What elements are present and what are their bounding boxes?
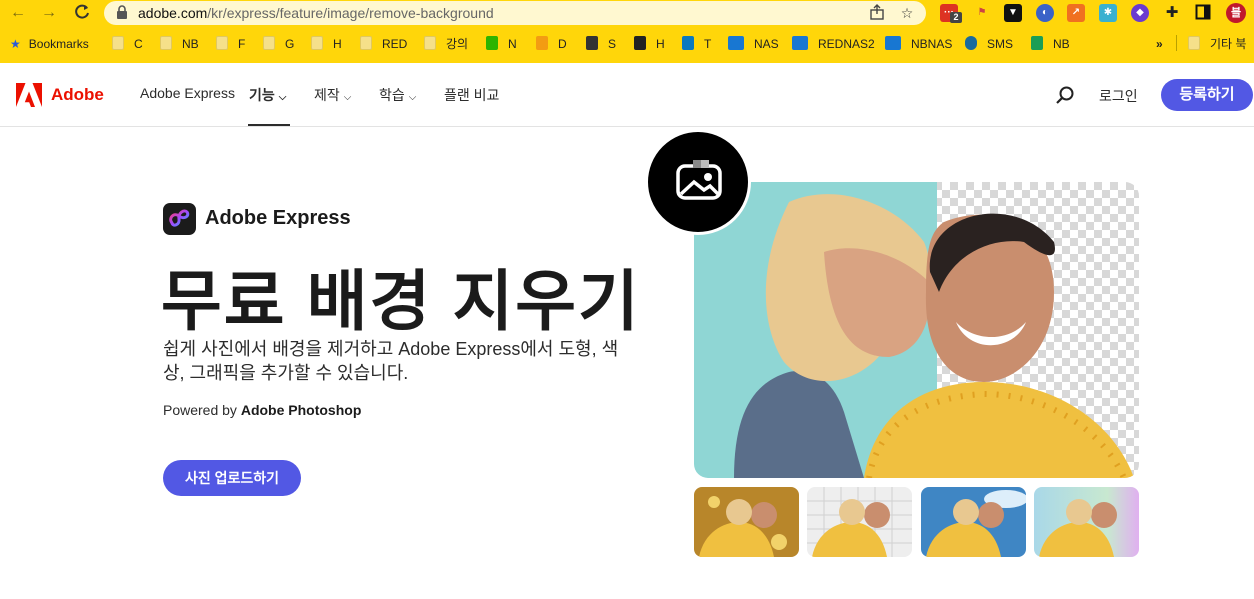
trello-icon xyxy=(682,36,694,50)
bookmark-item[interactable]: S xyxy=(586,35,616,53)
url-text: adobe.com/kr/express/feature/image/remov… xyxy=(138,5,494,21)
s-site-icon xyxy=(586,36,598,50)
bookmark-item[interactable]: REDNAS2 xyxy=(792,35,875,53)
nav-create[interactable]: 제작 ⌵ xyxy=(314,85,351,105)
bookmark-item[interactable]: RED xyxy=(360,35,407,53)
dsm-icon xyxy=(728,36,744,50)
shield-extension-icon[interactable]: ◆ xyxy=(1131,4,1149,22)
bookmarks-divider xyxy=(1176,35,1177,51)
bookmark-item[interactable]: H xyxy=(311,35,342,53)
folder-icon xyxy=(1188,36,1200,50)
back-arrow-icon[interactable]: ← xyxy=(8,3,28,23)
reload-icon[interactable] xyxy=(72,3,92,23)
nav-adobe-express[interactable]: Adobe Express xyxy=(140,85,235,101)
login-link[interactable]: 로그인 xyxy=(1099,86,1138,106)
background-option-thumbnail[interactable] xyxy=(1034,487,1139,557)
adobe-brand[interactable]: Adobe xyxy=(51,85,104,105)
other-bookmarks[interactable]: 기타 북 xyxy=(1188,35,1246,53)
share-icon[interactable] xyxy=(868,4,886,22)
signup-button[interactable]: 등록하기 xyxy=(1161,79,1253,111)
lock-icon xyxy=(117,5,127,19)
background-option-thumbnail[interactable] xyxy=(921,487,1026,557)
background-option-thumbnail[interactable] xyxy=(694,487,799,557)
star-icon: ★ xyxy=(10,37,21,51)
folder-icon xyxy=(360,36,372,50)
folder-icon xyxy=(112,36,124,50)
bookmark-item[interactable]: D xyxy=(536,35,567,53)
chart-extension-icon[interactable]: ↗ xyxy=(1067,4,1085,22)
active-tab-indicator xyxy=(248,124,290,126)
adobe-express-app-icon xyxy=(163,203,196,235)
image-icon xyxy=(676,160,722,200)
hero-description: 쉽게 사진에서 배경을 제거하고 Adobe Express에서 도형, 색상,… xyxy=(163,339,619,383)
folder-icon xyxy=(424,36,436,50)
folder-icon xyxy=(216,36,228,50)
extension-icon[interactable]: ··· 2 xyxy=(940,4,962,23)
powered-by-text: Powered by Adobe Photoshop xyxy=(163,402,362,418)
bookmark-item[interactable]: SMS xyxy=(965,35,1013,53)
puzzle-extensions-icon[interactable]: ✚ xyxy=(1163,4,1181,22)
upload-photo-button[interactable]: 사진 업로드하기 xyxy=(163,460,301,496)
bookmark-item[interactable]: H xyxy=(634,35,665,53)
bookmark-item[interactable]: NBNAS xyxy=(885,35,952,53)
url-field[interactable]: adobe.com/kr/express/feature/image/remov… xyxy=(104,1,926,25)
bookmark-item[interactable]: NAS xyxy=(728,35,779,53)
nav-learn[interactable]: 학습 ⌵ xyxy=(379,85,416,105)
dsm-icon xyxy=(792,36,808,50)
bookmark-item[interactable]: 강의 xyxy=(424,35,468,53)
forward-arrow-icon[interactable]: → xyxy=(39,3,59,23)
naver-icon xyxy=(486,36,498,50)
profile-avatar[interactable]: 블 xyxy=(1226,3,1246,23)
page-title: 무료 배경 지우기 xyxy=(161,264,641,338)
bookmarks-bar: ★ Bookmarks C NB F G H RED 강의 N D S H T N… xyxy=(0,30,1254,58)
bookmark-star-icon[interactable]: ☆ xyxy=(898,4,916,22)
bookmarks-menu[interactable]: ★ Bookmarks xyxy=(10,35,89,53)
bookmark-item[interactable]: G xyxy=(263,35,294,53)
bookmark-item[interactable]: NB xyxy=(1031,35,1070,53)
h-site-icon xyxy=(634,36,646,50)
flag-extension-icon[interactable]: ⚑ xyxy=(973,4,991,22)
bookmark-item[interactable]: C xyxy=(112,35,143,53)
browser-chrome: ← → adobe.com/kr/express/feature/image/r… xyxy=(0,0,1254,63)
globe-extension-icon[interactable]: ◐ xyxy=(1036,4,1054,22)
more-bookmarks-chevron[interactable]: » xyxy=(1156,35,1163,53)
product-name: Adobe Express xyxy=(205,207,351,229)
d-site-icon xyxy=(536,36,548,50)
bookmark-item[interactable]: T xyxy=(682,35,711,53)
nav-features[interactable]: 기능 ⌵ xyxy=(249,85,286,105)
folder-icon xyxy=(311,36,323,50)
snowflake-extension-icon[interactable]: ✱ xyxy=(1099,4,1117,22)
side-panel-icon[interactable] xyxy=(1194,4,1212,22)
download-extension-icon[interactable]: ▼ xyxy=(1004,4,1022,22)
folder-icon xyxy=(160,36,172,50)
hero-photo xyxy=(694,182,1139,478)
dsm-icon xyxy=(885,36,901,50)
nav-compare-plans[interactable]: 플랜 비교 xyxy=(444,85,499,105)
search-icon[interactable] xyxy=(1055,85,1075,105)
folder-icon xyxy=(263,36,275,50)
messages-icon xyxy=(965,36,977,50)
chevron-down-icon: ⌵ xyxy=(343,92,352,103)
address-bar-row: ← → adobe.com/kr/express/feature/image/r… xyxy=(0,0,1254,26)
image-badge xyxy=(645,129,751,235)
bookmark-item[interactable]: N xyxy=(486,35,517,53)
adobe-logo-icon[interactable] xyxy=(16,83,42,107)
bookmark-item[interactable]: F xyxy=(216,35,245,53)
background-option-thumbnail[interactable] xyxy=(807,487,912,557)
chevron-down-icon: ⌵ xyxy=(408,92,417,103)
chevron-down-icon: ⌵ xyxy=(278,92,287,103)
sheets-icon xyxy=(1031,36,1043,50)
bookmark-item[interactable]: NB xyxy=(160,35,199,53)
